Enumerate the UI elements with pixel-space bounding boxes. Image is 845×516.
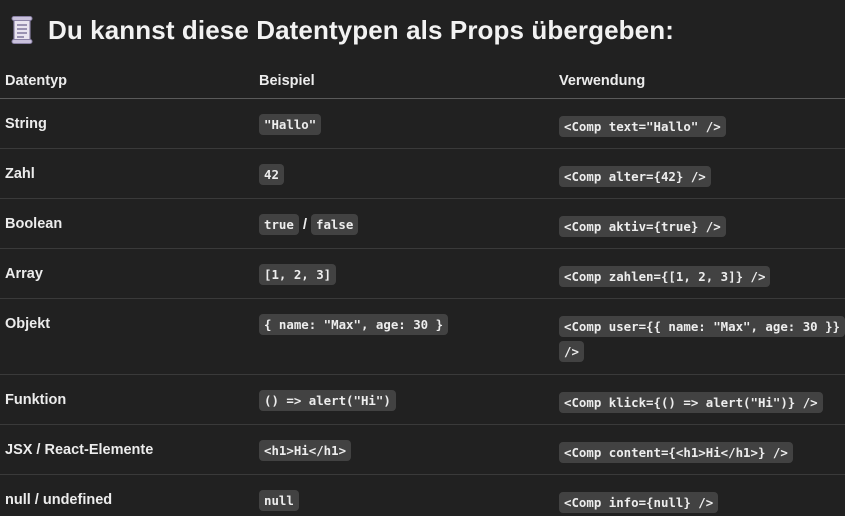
usage-code: <Comp user={{ name: "Max", age: 30 }} /> xyxy=(559,316,845,362)
table-row: null / undefined null <Comp info={null} … xyxy=(0,475,845,516)
example-code: null xyxy=(259,490,299,511)
usage-code: <Comp alter={42} /> xyxy=(559,166,711,187)
datatypes-table: Datentyp Beispiel Verwendung String "Hal… xyxy=(0,64,845,516)
example-separator: / xyxy=(302,216,308,233)
column-header-verwendung: Verwendung xyxy=(559,73,646,89)
example-cell: null xyxy=(259,490,299,511)
type-cell: Funktion xyxy=(5,392,67,408)
usage-code: <Comp aktiv={true} /> xyxy=(559,216,726,237)
table-row: Array [1, 2, 3] <Comp zahlen={[1, 2, 3]}… xyxy=(0,249,845,299)
usage-cell: <Comp content={<h1>Hi</h1>} /> xyxy=(559,440,843,465)
type-cell: String xyxy=(5,116,47,132)
column-header-beispiel: Beispiel xyxy=(259,73,315,89)
example-cell: 42 xyxy=(259,164,284,185)
type-cell: null / undefined xyxy=(5,492,113,508)
usage-cell: <Comp info={null} /> xyxy=(559,490,843,515)
table-row: Objekt { name: "Max", age: 30 } <Comp us… xyxy=(0,299,845,375)
table-row: Funktion () => alert("Hi") <Comp klick={… xyxy=(0,375,845,425)
usage-code: <Comp text="Hallo" /> xyxy=(559,116,726,137)
column-header-datentyp: Datentyp xyxy=(5,73,68,89)
table-row: Zahl 42 <Comp alter={42} /> xyxy=(0,149,845,199)
type-cell: Zahl xyxy=(5,166,35,182)
usage-cell: <Comp klick={() => alert("Hi")} /> xyxy=(559,390,843,415)
type-cell: Array xyxy=(5,266,43,282)
example-code-false: false xyxy=(311,214,359,235)
example-cell: true / false xyxy=(259,214,359,235)
page-heading: Du kannst diese Datentypen als Props übe… xyxy=(10,12,674,48)
example-code: 42 xyxy=(259,164,284,185)
table-header: Datentyp Beispiel Verwendung xyxy=(0,64,845,99)
example-code-true: true xyxy=(259,214,299,235)
scroll-icon xyxy=(11,16,33,44)
usage-cell: <Comp text="Hallo" /> xyxy=(559,114,843,139)
example-code: [1, 2, 3] xyxy=(259,264,337,285)
type-cell: Objekt xyxy=(5,316,51,332)
example-cell: () => alert("Hi") xyxy=(259,390,396,411)
example-code: "Hallo" xyxy=(259,114,322,135)
heading-text: Du kannst diese Datentypen als Props übe… xyxy=(48,14,674,45)
usage-code: <Comp klick={() => alert("Hi")} /> xyxy=(559,392,823,413)
example-code: <h1>Hi</h1> xyxy=(259,440,352,461)
example-code: { name: "Max", age: 30 } xyxy=(259,314,449,335)
usage-code: <Comp info={null} /> xyxy=(559,492,719,513)
usage-cell: <Comp aktiv={true} /> xyxy=(559,214,843,239)
type-cell: Boolean xyxy=(5,216,63,232)
usage-code: <Comp content={<h1>Hi</h1>} /> xyxy=(559,442,793,463)
table-row: Boolean true / false <Comp aktiv={true} … xyxy=(0,199,845,249)
example-code: () => alert("Hi") xyxy=(259,390,396,411)
example-cell: "Hallo" xyxy=(259,114,322,135)
type-cell: JSX / React-Elemente xyxy=(5,442,154,458)
example-cell: { name: "Max", age: 30 } xyxy=(259,314,449,335)
usage-cell: <Comp zahlen={[1, 2, 3]} /> xyxy=(559,264,843,289)
table-row: JSX / React-Elemente <h1>Hi</h1> <Comp c… xyxy=(0,425,845,475)
usage-cell: <Comp user={{ name: "Max", age: 30 }} /> xyxy=(559,314,845,364)
usage-code: <Comp zahlen={[1, 2, 3]} /> xyxy=(559,266,771,287)
example-cell: <h1>Hi</h1> xyxy=(259,440,352,461)
usage-cell: <Comp alter={42} /> xyxy=(559,164,843,189)
example-cell: [1, 2, 3] xyxy=(259,264,337,285)
table-row: String "Hallo" <Comp text="Hallo" /> xyxy=(0,99,845,149)
